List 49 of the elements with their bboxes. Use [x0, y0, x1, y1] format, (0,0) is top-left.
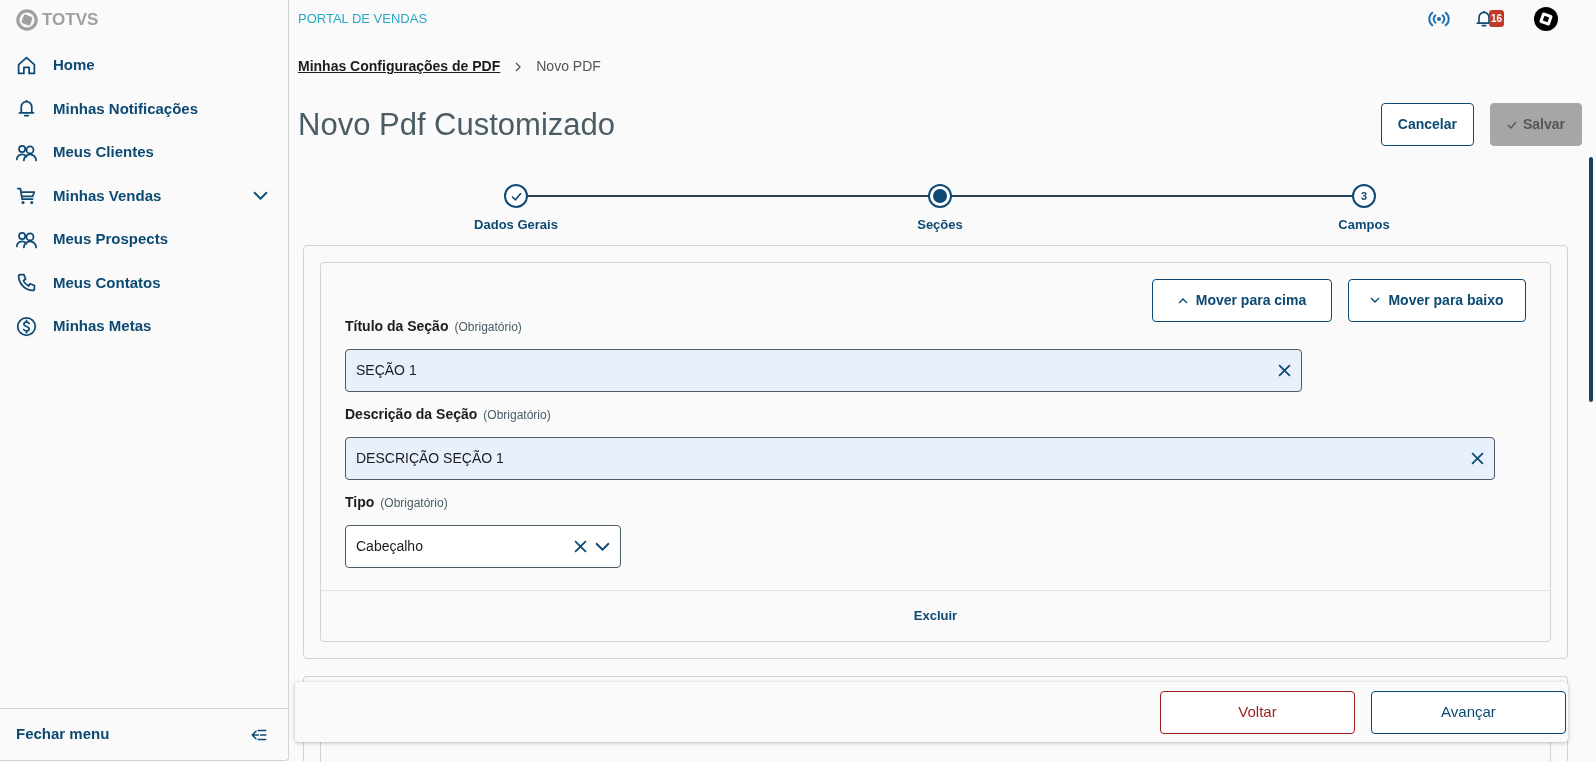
dollar-icon	[16, 315, 37, 337]
check-icon	[1506, 121, 1517, 130]
clear-icon[interactable]	[1471, 451, 1484, 465]
field-label: Título da Seção (Obrigatório)	[345, 316, 523, 336]
step-indicator[interactable]: 3	[1352, 184, 1376, 208]
dropdown-icon[interactable]	[595, 541, 610, 551]
avatar-icon[interactable]	[1534, 7, 1558, 31]
signal-icon[interactable]	[1428, 10, 1450, 28]
next-button[interactable]: Avançar	[1371, 690, 1566, 734]
field-label: Descrição da Seção (Obrigatório)	[345, 404, 552, 424]
close-menu-label[interactable]: Fechar menu	[16, 723, 110, 746]
breadcrumb-link[interactable]: Minhas Configurações de PDF	[298, 56, 501, 77]
step-label: Seções	[917, 216, 963, 234]
sidebar-item[interactable]: Meus Prospects	[0, 217, 288, 261]
brand-logo: TOTVS	[42, 9, 99, 31]
cancel-button[interactable]: Cancelar	[1380, 103, 1474, 146]
chevron-right-icon	[514, 61, 523, 72]
input-field[interactable]: SEÇÃO 1	[345, 348, 1302, 392]
phone-icon	[16, 272, 37, 294]
sidebar-item[interactable]: Minhas Notificações	[0, 87, 288, 131]
sidebar-item[interactable]: Meus Clientes	[0, 130, 288, 174]
move-down-button[interactable]: Mover para baixo	[1348, 278, 1526, 322]
breadcrumb-current: Novo PDF	[536, 57, 601, 76]
step-label: Campos	[1338, 216, 1390, 234]
chevron-down-icon	[1370, 297, 1381, 305]
input-field[interactable]: DESCRIÇÃO SEÇÃO 1	[345, 436, 1495, 480]
field-label: Tipo (Obrigatório)	[345, 492, 449, 512]
chevron-up-icon	[1177, 297, 1188, 305]
home-icon	[16, 54, 37, 76]
step-indicator[interactable]	[504, 184, 528, 208]
notification-count: 16	[1489, 10, 1505, 27]
logo-icon	[16, 8, 38, 31]
scrollbar[interactable]	[1589, 157, 1593, 402]
clear-icon[interactable]	[1278, 363, 1291, 377]
cart-icon	[16, 185, 37, 207]
move-up-button[interactable]: Mover para cima	[1152, 278, 1332, 322]
sidebar-item[interactable]: Home	[0, 43, 288, 87]
step-label: Dados Gerais	[474, 216, 558, 234]
type-select[interactable]: Cabeçalho	[345, 524, 621, 568]
page-title: Novo Pdf Customizado	[298, 105, 616, 144]
delete-link[interactable]: Excluir	[913, 607, 958, 623]
sidebar-item[interactable]: Minhas Vendas	[0, 174, 288, 218]
sidebar-item[interactable]: Minhas Metas	[0, 304, 288, 348]
chevron-icon[interactable]	[253, 191, 268, 201]
back-button[interactable]: Voltar	[1160, 690, 1355, 734]
sidebar-item[interactable]: Meus Contatos	[0, 261, 288, 305]
portal-title: PORTAL DE VENDAS	[298, 10, 428, 29]
step-indicator[interactable]	[928, 184, 952, 208]
clear-icon[interactable]	[574, 539, 587, 553]
